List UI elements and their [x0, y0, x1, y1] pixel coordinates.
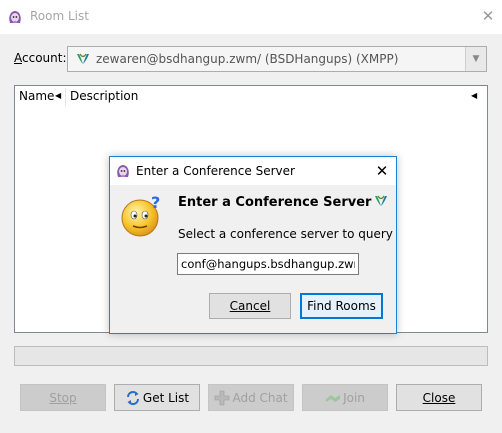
find-rooms-button[interactable]: Find Rooms [300, 293, 383, 319]
window-close-button[interactable]: ✕ [476, 6, 500, 26]
conference-server-dialog: Enter a Conference Server ✕ ? Enter a Co… [109, 156, 397, 334]
find-rooms-button-label: Find Rooms [307, 299, 376, 313]
close-button-label: Close [422, 390, 456, 405]
account-label-rest: ccount: [22, 51, 67, 65]
pidgin-app-icon [117, 165, 129, 177]
column-header-description[interactable]: Description [70, 89, 138, 103]
xmpp-icon [375, 195, 387, 206]
column-header-name[interactable]: Name [19, 89, 54, 103]
column-divider[interactable] [65, 88, 66, 106]
cancel-button[interactable]: Cancel [209, 293, 291, 319]
conference-server-input[interactable] [177, 253, 359, 275]
get-list-button-label: Get List [142, 390, 190, 405]
dialog-close-button[interactable]: ✕ [372, 161, 392, 181]
account-label: Account: [14, 51, 67, 65]
sort-arrow-icon: ◀ [55, 91, 62, 100]
join-button[interactable]: Join [302, 384, 388, 411]
svg-text:?: ? [151, 193, 160, 212]
stop-button[interactable]: Stop [20, 384, 106, 411]
stop-button-label: Stop [49, 390, 77, 405]
account-label-mnemonic: A [14, 51, 22, 65]
dialog-subtext: Select a conference server to query [178, 227, 393, 241]
progress-bar [14, 346, 488, 366]
join-icon [326, 394, 341, 402]
cancel-button-label: Cancel [229, 299, 271, 313]
dialog-title: Enter a Conference Server [136, 164, 295, 178]
account-dropdown[interactable]: zewaren@bsdhangup.zwm/ (BSDHangups) (XMP… [67, 46, 487, 72]
add-chat-button[interactable]: Add Chat [208, 384, 294, 411]
dialog-titlebar: Enter a Conference Server ✕ [110, 157, 396, 185]
close-button[interactable]: Close [396, 384, 482, 411]
refresh-icon [126, 390, 139, 405]
sort-arrow-icon: ◀ [471, 91, 478, 100]
window-title: Room List [30, 9, 89, 23]
question-smiley-icon: ? [121, 193, 160, 237]
account-value: zewaren@bsdhangup.zwm/ (BSDHangups) (XMP… [96, 52, 399, 66]
xmpp-icon [77, 53, 89, 64]
get-list-button[interactable]: Get List [114, 384, 200, 411]
add-icon [215, 390, 230, 405]
join-button-label: Join [343, 390, 365, 405]
dialog-heading: Enter a Conference Server [178, 195, 372, 210]
add-chat-button-label: Add Chat [232, 390, 288, 405]
chevron-down-icon[interactable]: ▼ [465, 47, 486, 71]
pidgin-app-icon [9, 11, 21, 23]
window-titlebar: Room List ✕ [0, 0, 502, 34]
